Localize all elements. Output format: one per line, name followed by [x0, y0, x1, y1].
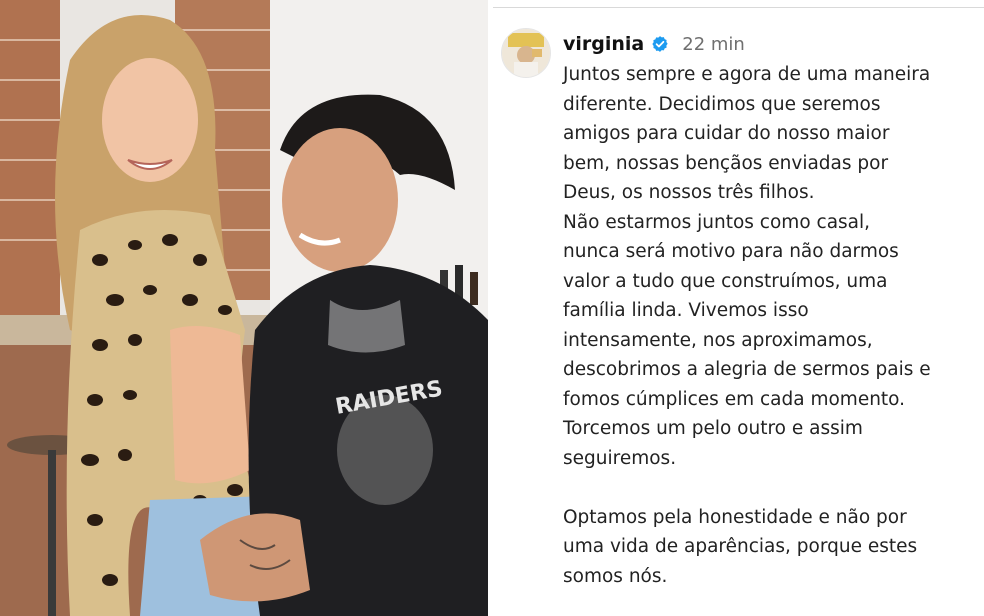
post-panel: virginia 22 min Juntos sempre e agora de… — [493, 0, 984, 616]
avatar-image — [502, 29, 550, 77]
caption-line: fomos cúmplices em cada momento. — [563, 388, 906, 410]
verified-badge-icon — [651, 35, 669, 53]
caption-line: nunca será motivo para não darmos — [563, 241, 899, 262]
top-divider — [493, 7, 984, 8]
caption-line: diferente. Decidimos que seremos — [563, 93, 881, 115]
avatar[interactable] — [501, 28, 551, 78]
caption-line: somos nós. — [563, 565, 668, 587]
caption-line: intensamente, nos aproximamos, — [563, 329, 873, 351]
caption-line: Torcemos um pelo outro e assim — [563, 418, 863, 439]
caption-line: Deus, os nossos três filhos. — [563, 182, 815, 203]
caption-line: valor a tudo que construímos, uma — [563, 270, 888, 292]
post-photo[interactable]: RAIDERS — [0, 0, 488, 616]
post-caption: Juntos sempre e agora de uma maneira dif… — [563, 60, 973, 591]
caption-line: família linda. Vivemos isso — [563, 300, 809, 321]
caption-line: Juntos sempre e agora de uma maneira — [563, 64, 931, 85]
caption-line: descobrimos a alegria de sermos pais e — [563, 359, 931, 380]
couple-photo-illustration: RAIDERS — [0, 0, 488, 616]
post-timestamp: 22 min — [682, 33, 745, 55]
post-header: virginia 22 min — [563, 31, 745, 57]
caption-line: Optamos pela honestidade e não por — [563, 506, 907, 528]
caption-line: seguiremos. — [563, 447, 677, 469]
caption-line: amigos para cuidar do nosso maior — [563, 123, 890, 144]
username[interactable]: virginia — [563, 33, 644, 55]
caption-line: uma vida de aparências, porque estes — [563, 536, 918, 557]
caption-line: Não estarmos juntos como casal, — [563, 211, 871, 233]
caption-line: bem, nossas bençãos enviadas por — [563, 152, 889, 174]
